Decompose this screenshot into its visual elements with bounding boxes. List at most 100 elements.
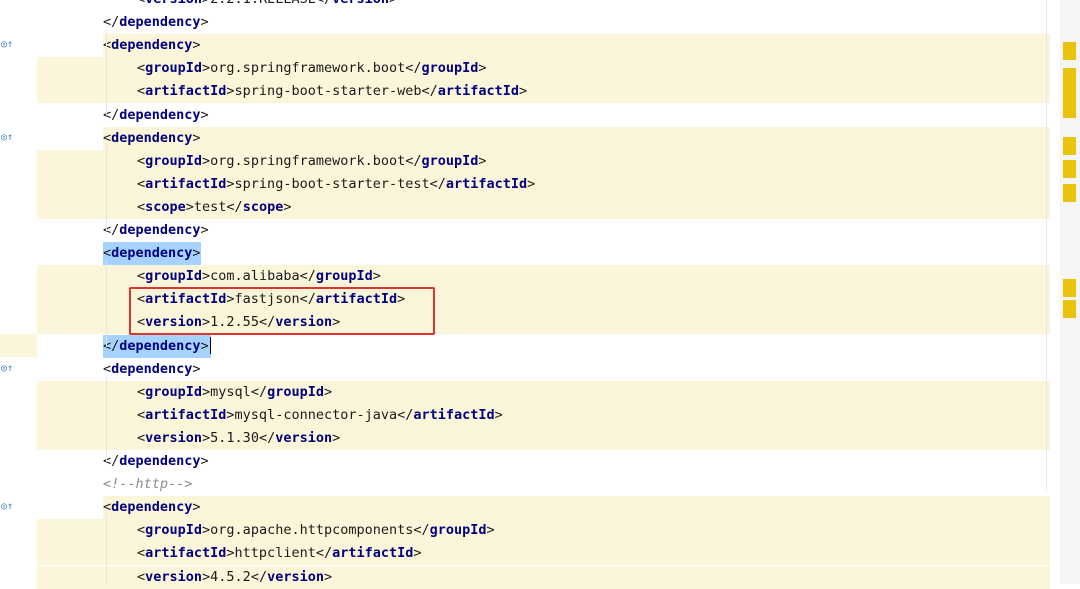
- code-text: <artifactId>spring-boot-starter-test</ar…: [137, 173, 535, 196]
- code-text: <groupId>org.springframework.boot</group…: [137, 57, 487, 80]
- xml-text: >: [192, 37, 201, 54]
- code-text: <groupId>com.alibaba</groupId>: [137, 265, 381, 288]
- code-line[interactable]: <version>4.5.2</version>: [0, 565, 1050, 589]
- xml-tag-name: artifactId: [145, 175, 227, 192]
- xml-text: >org.springframework.boot</: [202, 152, 422, 169]
- xml-tag-name: version: [145, 568, 203, 585]
- xml-text: >: [413, 545, 422, 562]
- xml-text: <: [137, 198, 146, 215]
- code-text: <dependency>: [103, 242, 201, 266]
- indent-guide: [106, 146, 107, 231]
- xml-text: <: [103, 360, 112, 377]
- xml-text: <: [103, 245, 112, 262]
- xml-text: >5.1.30</: [202, 429, 276, 446]
- xml-tag-name: groupId: [429, 522, 487, 539]
- xml-text: <: [137, 60, 146, 77]
- code-line[interactable]: <artifactId>mysql-connector-java</artifa…: [0, 403, 1050, 427]
- line-highlight: [103, 126, 1050, 150]
- xml-text: <: [137, 568, 146, 585]
- xml-tag-name: dependency: [119, 106, 201, 123]
- xml-tag-name: artifactId: [145, 545, 227, 562]
- xml-text: >: [200, 222, 209, 238]
- xml-text: >: [372, 268, 381, 285]
- xml-text: >httpclient</: [226, 545, 333, 562]
- override-icon[interactable]: ◎↑: [1, 363, 15, 375]
- xml-tag-name: dependency: [119, 14, 201, 31]
- indent-guide: [106, 377, 107, 462]
- right-margin-guide: [1046, 0, 1047, 490]
- xml-text: <: [103, 129, 112, 146]
- code-line[interactable]: <artifactId>spring-boot-starter-test</ar…: [0, 172, 1050, 196]
- override-icon[interactable]: ◎↑: [1, 132, 15, 144]
- xml-tag-name: groupId: [145, 522, 203, 539]
- xml-tag-name: scope: [145, 198, 186, 215]
- code-line[interactable]: <dependency> ◎↑: [0, 496, 1050, 520]
- code-text: <artifactId>mysql-connector-java</artifa…: [137, 404, 503, 427]
- code-line[interactable]: <artifactId>spring-boot-starter-web</art…: [0, 80, 1050, 104]
- code-line[interactable]: <dependency> ◎↑: [0, 126, 1050, 150]
- xml-text: >: [527, 175, 536, 192]
- code-line[interactable]: <scope>test</scope>: [0, 195, 1050, 219]
- code-line[interactable]: <groupId>org.apache.httpcomponents</grou…: [0, 519, 1050, 543]
- change-marker[interactable]: [1063, 160, 1076, 178]
- xml-text: >: [486, 522, 495, 539]
- xml-tag-name: version: [275, 429, 333, 446]
- indent-guide: [106, 262, 107, 347]
- change-marker[interactable]: [1063, 42, 1076, 60]
- override-icon[interactable]: ◎↑: [1, 501, 15, 513]
- code-line[interactable]: <dependency> ◎↑: [0, 34, 1050, 58]
- xml-tag-name: groupId: [145, 268, 203, 285]
- code-line[interactable]: <groupId>org.springframework.boot</group…: [0, 149, 1050, 173]
- xml-text: >test</: [185, 198, 243, 215]
- xml-text: >: [200, 106, 209, 123]
- code-text: <version>2.2.1.RELEASE</version>: [137, 0, 397, 11]
- xml-tag-name: version: [267, 568, 324, 585]
- code-line[interactable]: <dependency> ◎↑: [0, 358, 1050, 381]
- xml-text: >: [389, 0, 397, 7]
- xml-text: >4.5.2</: [202, 568, 268, 585]
- code-line[interactable]: </dependency>: [0, 450, 1050, 473]
- code-line[interactable]: <version>5.1.30</version>: [0, 426, 1050, 450]
- change-marker[interactable]: [1063, 300, 1076, 318]
- code-text: <scope>test</scope>: [137, 196, 291, 219]
- xml-tag-name: dependency: [111, 129, 193, 146]
- code-text: <artifactId>spring-boot-starter-web</art…: [137, 80, 527, 103]
- xml-comment: <!--http-->: [103, 476, 193, 493]
- xml-text: >: [192, 129, 201, 146]
- code-line[interactable]: <groupId>com.alibaba</groupId>: [0, 265, 1050, 289]
- override-icon[interactable]: ◎↑: [1, 39, 15, 51]
- xml-text: <: [137, 522, 146, 539]
- code-line[interactable]: <!--http-->: [0, 473, 1050, 496]
- change-marker[interactable]: [1063, 137, 1076, 155]
- code-line[interactable]: </dependency>: [0, 219, 1050, 242]
- code-line[interactable]: </dependency>: [0, 334, 1050, 358]
- xml-tag-name: dependency: [119, 453, 201, 469]
- code-line[interactable]: <groupId>mysql</groupId>: [0, 380, 1050, 404]
- code-text: <version>5.1.30</version>: [137, 427, 340, 450]
- xml-tag-name: dependency: [119, 337, 201, 354]
- xml-text: <: [137, 175, 146, 192]
- xml-text: >: [332, 429, 341, 446]
- code-line[interactable]: </dependency>: [0, 11, 1050, 34]
- code-line[interactable]: <dependency>: [0, 242, 1050, 266]
- code-line[interactable]: <artifactId>httpclient</artifactId>: [0, 542, 1050, 566]
- xml-tag-name: groupId: [315, 268, 373, 285]
- xml-text: >spring-boot-starter-test</: [226, 175, 446, 192]
- xml-text: >: [323, 568, 333, 585]
- code-text: <!--http-->: [103, 473, 192, 496]
- change-marker[interactable]: [1063, 100, 1076, 118]
- xml-text: <: [137, 545, 146, 562]
- text-caret: [209, 337, 211, 354]
- annotation-box: [129, 287, 435, 335]
- code-line[interactable]: <version>2.2.1.RELEASE</version>: [0, 0, 1050, 11]
- xml-text: <: [103, 37, 112, 54]
- xml-text: >: [519, 83, 528, 100]
- xml-tag-name: groupId: [421, 60, 479, 77]
- change-marker[interactable]: [1063, 184, 1076, 202]
- code-line[interactable]: <groupId>org.springframework.boot</group…: [0, 57, 1050, 81]
- change-marker[interactable]: [1063, 279, 1076, 297]
- code-line[interactable]: </dependency>: [0, 104, 1050, 127]
- xml-tag-name: dependency: [111, 360, 193, 377]
- xml-tag-name: artifactId: [332, 545, 414, 562]
- xml-text: >: [192, 360, 201, 377]
